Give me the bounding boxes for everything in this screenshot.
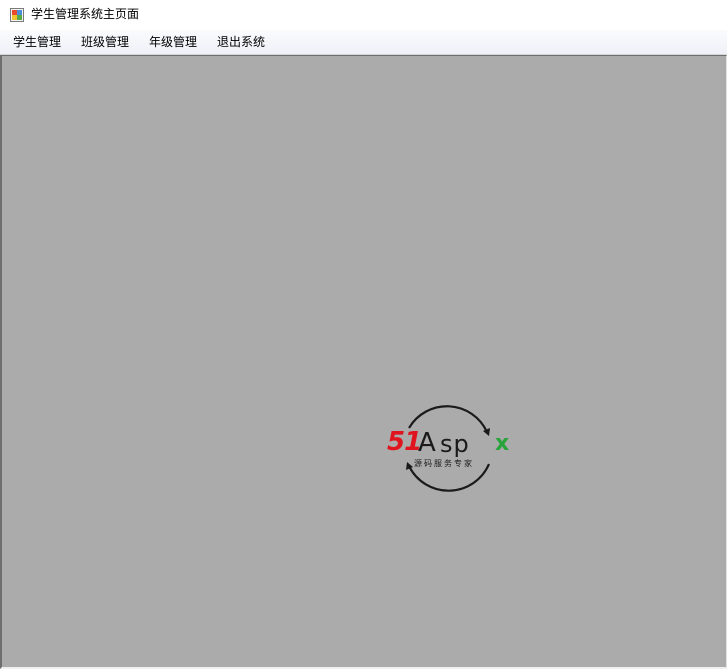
main-window: 学生管理系统主页面 学生管理 班级管理 年级管理 退出系统 51 A sp x … [0,0,727,669]
app-icon [10,8,24,22]
logo-subtitle: 源码服务专家 [414,459,474,468]
menu-class-management[interactable]: 班级管理 [74,30,136,54]
logo-51aspx: 51 A sp x 源码服务专家 [385,400,515,496]
logo-number: 51 [387,427,422,457]
menu-bar: 学生管理 班级管理 年级管理 退出系统 [0,30,727,55]
menu-student-management[interactable]: 学生管理 [6,30,68,54]
logo-letter-x: x [495,431,510,456]
mdi-client-area[interactable] [0,55,727,669]
logo-letters-sp: sp [440,430,470,458]
logo-letter-a: A [418,428,436,458]
menu-exit-system[interactable]: 退出系统 [210,30,272,54]
window-title: 学生管理系统主页面 [31,7,140,21]
menu-grade-management[interactable]: 年级管理 [142,30,204,54]
title-bar[interactable]: 学生管理系统主页面 [0,0,727,30]
